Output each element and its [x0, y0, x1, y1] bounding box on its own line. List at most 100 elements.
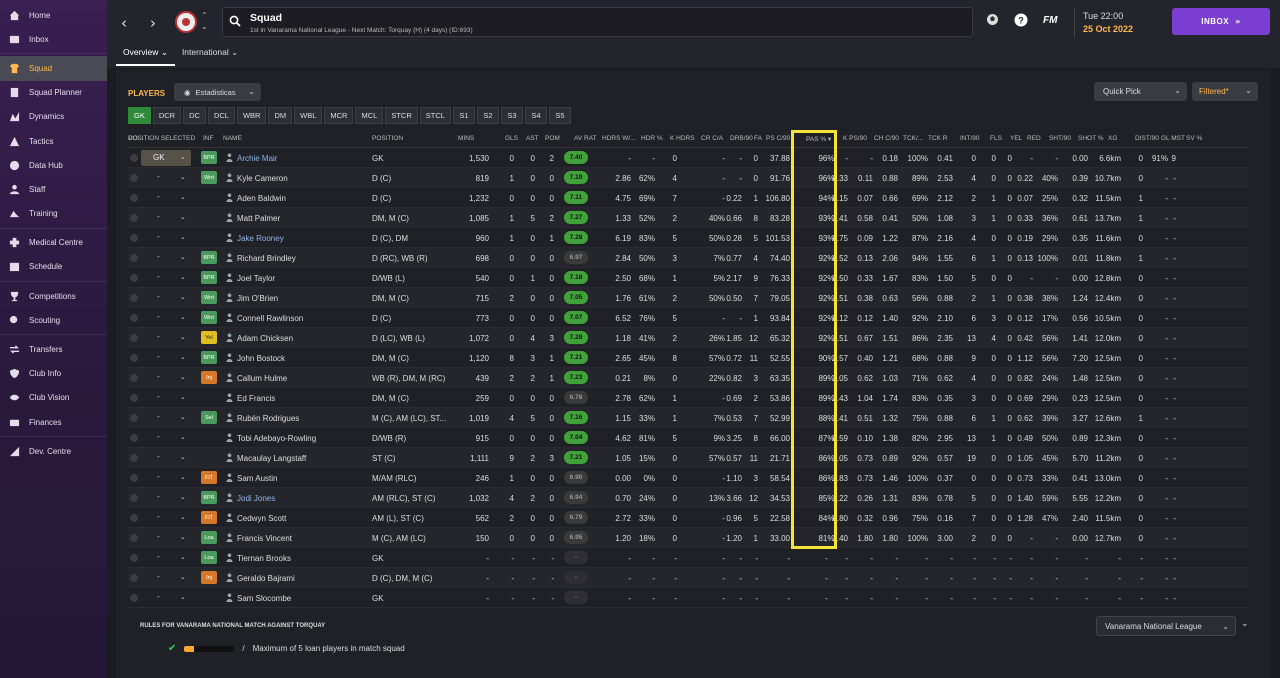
- chevron-down-icon[interactable]: ⌄: [180, 353, 186, 361]
- select-checkbox[interactable]: [130, 154, 138, 162]
- table-row[interactable]: - ⌄ FIT Sam Austin M/AM (RLC) 246 1 0 0 6.90 0.00 0…: [128, 468, 1248, 488]
- sidebar-item-transfers[interactable]: Transfers: [0, 337, 107, 361]
- chevron-down-icon[interactable]: ⌄: [180, 273, 186, 281]
- player-name[interactable]: Richard Brindley: [237, 254, 296, 263]
- table-row[interactable]: - ⌄ Yel Adam Chicksen D (LC), WB (L) 1,072 0 4 3…: [128, 328, 1248, 348]
- select-checkbox[interactable]: [130, 514, 138, 522]
- filter-button[interactable]: Filtered* ⌄: [1192, 82, 1258, 101]
- select-checkbox[interactable]: [130, 394, 138, 402]
- table-row[interactable]: - ⌄ FIT Cedwyn Scott AM (L), ST (C) 562 2 0 0 6.7…: [128, 508, 1248, 528]
- table-row[interactable]: - ⌄ Loa Francis Vincent M (C), AM (LC) 150 0 0 0…: [128, 528, 1248, 548]
- position-filter-dm[interactable]: DM: [268, 107, 293, 124]
- position-selected-dropdown[interactable]: -: [157, 492, 160, 501]
- player-name[interactable]: Archie Mair: [237, 154, 277, 163]
- player-name[interactable]: Adam Chicksen: [237, 334, 293, 343]
- position-filter-s4[interactable]: S4: [524, 107, 547, 124]
- view-select[interactable]: ◉ Estadisticas ⌄: [174, 83, 261, 101]
- forward-arrow-icon[interactable]: ›: [150, 14, 156, 32]
- player-name[interactable]: Kyle Cameron: [237, 174, 288, 183]
- club-switch-arrows-icon[interactable]: ⌃ ⌄: [201, 10, 208, 32]
- player-name[interactable]: Jodi Jones: [237, 494, 275, 503]
- column-header[interactable]: AV RAT: [574, 135, 597, 142]
- column-header[interactable]: FLS: [990, 135, 1002, 142]
- chevron-down-icon[interactable]: ⌄: [180, 393, 186, 401]
- chevron-down-icon[interactable]: ⌄: [180, 453, 186, 461]
- column-header[interactable]: SHOT %: [1078, 135, 1104, 142]
- column-header[interactable]: NAME: [223, 135, 242, 142]
- status-badge[interactable]: Wnt: [201, 171, 217, 184]
- select-checkbox[interactable]: [130, 334, 138, 342]
- column-header[interactable]: POSITION: [372, 135, 403, 142]
- search-bar[interactable]: Squad 1st in Vanarama National League - …: [222, 7, 973, 37]
- column-header[interactable]: MINS: [458, 135, 474, 142]
- player-name[interactable]: John Bostock: [237, 354, 285, 363]
- table-row[interactable]: - ⌄ Sam Slocombe GK - - - - - - - - - - - - - - - - - - - - - - - -…: [128, 588, 1248, 608]
- chevron-down-icon[interactable]: ⌄: [180, 553, 186, 561]
- position-filter-s1[interactable]: S1: [452, 107, 475, 124]
- position-filter-s3[interactable]: S3: [500, 107, 523, 124]
- column-header[interactable]: SHT/90: [1049, 135, 1071, 142]
- sidebar-item-inbox[interactable]: Inbox: [0, 27, 107, 51]
- player-name[interactable]: Macaulay Langstaff: [237, 454, 306, 463]
- position-selected-dropdown[interactable]: -: [157, 552, 160, 561]
- chevron-down-icon[interactable]: ⌄: [180, 153, 186, 161]
- status-badge[interactable]: Loa: [201, 551, 217, 564]
- player-name[interactable]: Geraldo Bajrami: [237, 574, 295, 583]
- chevron-down-icon[interactable]: ⌄: [180, 333, 186, 341]
- player-name[interactable]: Ed Francis: [237, 394, 275, 403]
- column-header[interactable]: RED: [1027, 135, 1041, 142]
- sidebar-item-staff[interactable]: Staff: [0, 177, 107, 201]
- select-checkbox[interactable]: [130, 174, 138, 182]
- status-badge[interactable]: Loa: [201, 531, 217, 544]
- column-header[interactable]: POM: [545, 135, 560, 142]
- sidebar-item-tactics[interactable]: Tactics: [0, 129, 107, 153]
- sidebar-item-medical-centre[interactable]: Medical Centre: [0, 231, 107, 255]
- sidebar-item-competitions[interactable]: Competitions: [0, 284, 107, 308]
- position-selected-dropdown[interactable]: -: [157, 192, 160, 201]
- inbox-button[interactable]: INBOX »: [1172, 8, 1270, 35]
- player-name[interactable]: Callum Hulme: [237, 374, 287, 383]
- chevron-down-icon[interactable]: ⌄: [180, 293, 186, 301]
- select-checkbox[interactable]: [130, 374, 138, 382]
- sidebar-item-scouting[interactable]: Scouting: [0, 308, 107, 332]
- sidebar-item-dynamics[interactable]: Dynamics: [0, 105, 107, 129]
- position-selected-dropdown[interactable]: -: [157, 512, 160, 521]
- table-row[interactable]: - ⌄ Inj Geraldo Bajrami D (C), DM, M (C) - - - -…: [128, 568, 1248, 588]
- column-header[interactable]: TCK/...: [903, 135, 923, 142]
- back-arrow-icon[interactable]: ‹: [121, 14, 127, 32]
- player-name[interactable]: Jim O'Brien: [237, 294, 278, 303]
- select-checkbox[interactable]: [130, 594, 138, 602]
- tab-international[interactable]: International ⌄: [175, 44, 245, 66]
- column-header[interactable]: YEL: [1010, 135, 1022, 142]
- table-row[interactable]: - ⌄ Macaulay Langstaff ST (C) 1,111 9 2 3 7.21 1.…: [128, 448, 1248, 468]
- table-row[interactable]: - ⌄ Loa Tiernan Brooks GK - - - - - - - - - - - - - - - - - - -…: [128, 548, 1248, 568]
- chevron-down-icon[interactable]: ⌄: [180, 573, 186, 581]
- position-selected-dropdown[interactable]: -: [157, 272, 160, 281]
- sidebar-item-club-vision[interactable]: Club Vision: [0, 386, 107, 410]
- column-header[interactable]: CO...: [128, 135, 143, 142]
- position-selected-dropdown[interactable]: -: [157, 252, 160, 261]
- status-badge[interactable]: Wnt: [201, 311, 217, 324]
- position-selected-dropdown[interactable]: -: [157, 452, 160, 461]
- column-header[interactable]: CH C/90: [874, 135, 899, 142]
- column-header[interactable]: FA: [754, 135, 762, 142]
- position-selected-dropdown[interactable]: -: [157, 212, 160, 221]
- table-row[interactable]: - ⌄ BPR Jodi Jones AM (RLC), ST (C) 1,032 4 2 0 6…: [128, 488, 1248, 508]
- position-filter-s2[interactable]: S2: [476, 107, 499, 124]
- position-selected-dropdown[interactable]: -: [157, 312, 160, 321]
- select-checkbox[interactable]: [130, 354, 138, 362]
- player-name[interactable]: Cedwyn Scott: [237, 514, 286, 523]
- column-header[interactable]: DIST/90: [1135, 135, 1159, 142]
- select-checkbox[interactable]: [130, 414, 138, 422]
- chevron-down-icon[interactable]: ⌄: [180, 373, 186, 381]
- status-badge[interactable]: FIT: [201, 471, 217, 484]
- table-row[interactable]: - ⌄ BPR Joel Taylor D/WB (L) 540 0 1 0 7.18 2.50 68…: [128, 268, 1248, 288]
- position-selected-dropdown[interactable]: -: [157, 392, 160, 401]
- column-header[interactable]: DRB/90: [730, 135, 753, 142]
- column-header[interactable]: AST: [526, 135, 539, 142]
- status-badge[interactable]: Yel: [201, 331, 217, 344]
- select-checkbox[interactable]: [130, 554, 138, 562]
- sidebar-item-data-hub[interactable]: Data Hub: [0, 153, 107, 177]
- column-header[interactable]: PS C/90: [766, 135, 790, 142]
- player-name[interactable]: Aden Baldwin: [237, 194, 286, 203]
